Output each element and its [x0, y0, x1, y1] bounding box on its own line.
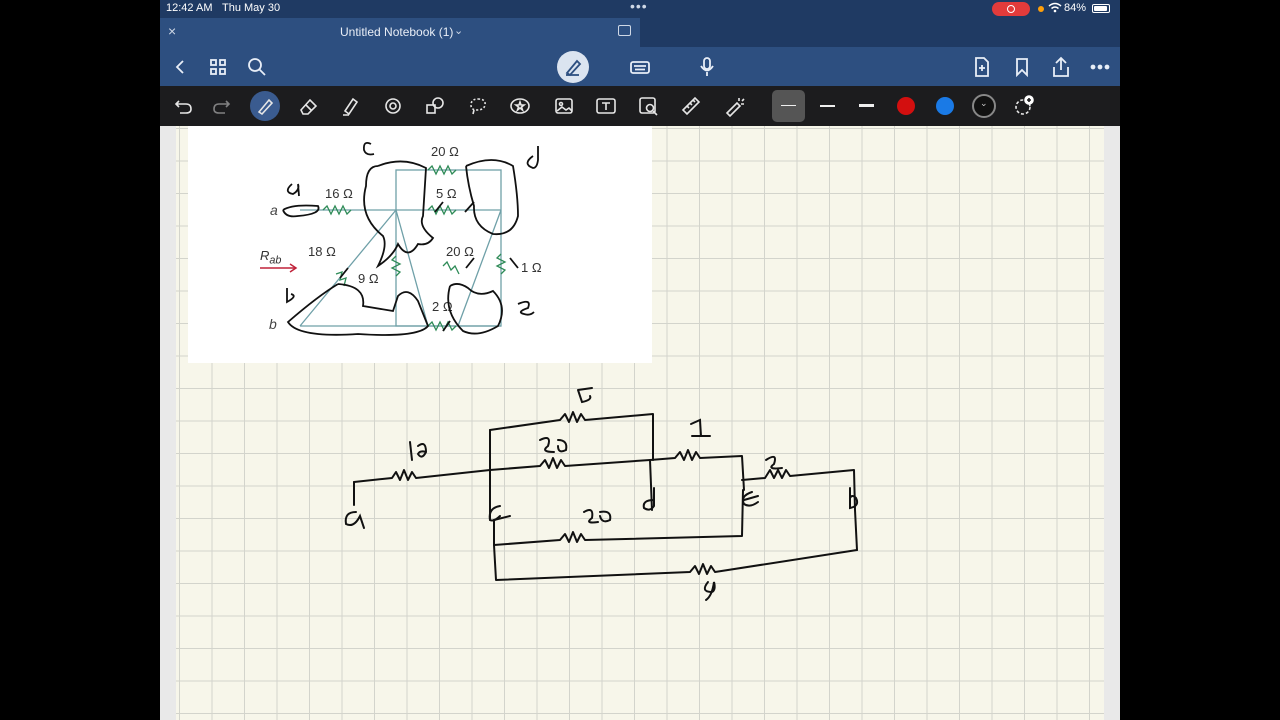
sticker-icon[interactable]	[507, 93, 533, 119]
pasted-circuit-image[interactable]: 20 Ω 16 Ω 5 Ω 18 Ω 20 Ω 9 Ω 1 Ω 2 Ω a b …	[188, 126, 652, 363]
undo-icon[interactable]	[170, 93, 196, 119]
page-margin-left	[160, 126, 176, 720]
share-icon[interactable]	[1048, 54, 1074, 80]
close-tab-icon[interactable]: ×	[168, 23, 176, 39]
battery-percent: 84%	[1064, 2, 1087, 14]
text-tool-icon[interactable]	[593, 93, 619, 119]
mic-indicator-icon	[1038, 6, 1044, 12]
color-red-swatch[interactable]	[897, 97, 915, 115]
image-icon[interactable]	[551, 93, 577, 119]
bookmark-icon[interactable]	[1009, 54, 1035, 80]
page-margin-right	[1104, 126, 1120, 720]
pen-mode-icon[interactable]	[557, 51, 589, 83]
lasso-shapes-icon[interactable]	[422, 93, 448, 119]
pen-tool-icon[interactable]	[250, 91, 280, 121]
tab-notebook[interactable]: × Untitled Notebook (1) ⌄	[160, 18, 640, 47]
screen-record-icon[interactable]	[992, 2, 1030, 16]
circuit-figure-drawing	[260, 141, 539, 336]
split-view-icon[interactable]	[618, 25, 631, 36]
battery-icon	[1092, 4, 1110, 13]
more-options-icon[interactable]	[1087, 54, 1113, 80]
wifi-icon	[1048, 2, 1062, 16]
add-page-icon[interactable]	[969, 54, 995, 80]
scan-image-icon[interactable]	[636, 93, 662, 119]
status-bar: 12:42 AM Thu May 30 ••• 84%	[160, 0, 1120, 18]
add-color-icon[interactable]	[1011, 93, 1037, 119]
chevron-down-icon[interactable]: ⌄	[454, 24, 463, 37]
microphone-icon[interactable]	[694, 54, 720, 80]
thickness-medium-icon[interactable]	[820, 105, 835, 107]
redo-icon[interactable]	[209, 93, 235, 119]
app-screen: 12:42 AM Thu May 30 ••• 84% × Untitled N…	[160, 0, 1120, 720]
tab-title: Untitled Notebook (1)	[340, 25, 454, 39]
multitask-dots-icon[interactable]: •••	[630, 0, 648, 14]
lasso-tool-icon[interactable]	[465, 93, 491, 119]
thickness-thin-icon	[781, 105, 796, 106]
shape-tool-icon[interactable]	[380, 93, 406, 119]
status-date: Thu May 30	[222, 2, 281, 14]
search-icon[interactable]	[244, 54, 270, 80]
thickness-thick-icon[interactable]	[859, 104, 874, 107]
highlighter-icon[interactable]	[337, 93, 363, 119]
status-time: 12:42 AM	[166, 2, 213, 14]
back-icon[interactable]	[167, 54, 193, 80]
grid-view-icon[interactable]	[205, 54, 231, 80]
thickness-thin-button[interactable]	[772, 90, 805, 122]
tab-bar: × Untitled Notebook (1) ⌄	[160, 18, 1120, 47]
ruler-icon[interactable]	[678, 93, 704, 119]
color-black-swatch[interactable]: ⌄	[972, 94, 996, 118]
drawing-toolbar: ⌄	[160, 86, 1120, 126]
eraser-icon[interactable]	[295, 93, 321, 119]
laser-pointer-icon[interactable]	[721, 93, 747, 119]
color-blue-swatch[interactable]	[936, 97, 954, 115]
navigation-bar	[160, 47, 1120, 86]
keyboard-icon[interactable]	[627, 54, 653, 80]
